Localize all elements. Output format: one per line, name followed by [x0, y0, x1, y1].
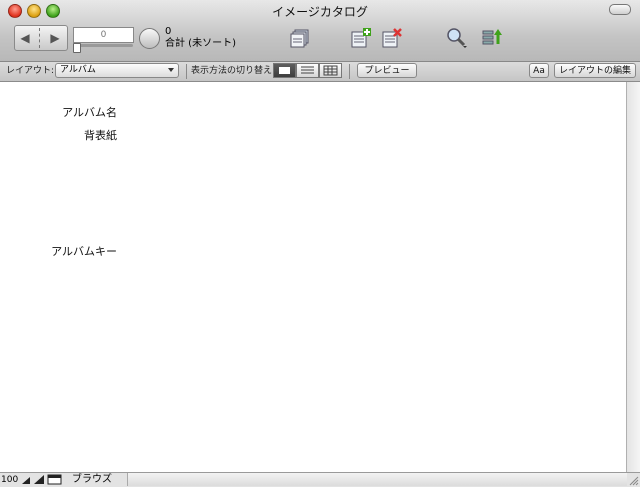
- bottom-status-bar: 100 ブラウズ: [0, 472, 640, 487]
- toggle-status-area-icon[interactable]: [47, 474, 62, 485]
- find-magnifier-icon[interactable]: [446, 27, 468, 49]
- layout-label: レイアウト:: [6, 66, 55, 76]
- edit-layout-button[interactable]: レイアウトの編集: [554, 63, 636, 78]
- view-as-table-button[interactable]: [319, 63, 342, 78]
- vertical-scrollbar[interactable]: [626, 82, 640, 472]
- found-count: 0: [165, 26, 172, 37]
- book-spine-icon: [39, 28, 42, 48]
- layout-select-value: アルバム: [60, 65, 96, 75]
- next-record-icon[interactable]: ▶: [48, 31, 62, 45]
- record-slider[interactable]: [73, 43, 133, 53]
- horizontal-scrollbar[interactable]: [127, 473, 627, 486]
- zoom-out-icon[interactable]: [21, 474, 31, 485]
- sort-records-icon[interactable]: [481, 27, 503, 49]
- list-view-icon: [301, 66, 314, 74]
- record-counts: 0 合計 (未ソート): [165, 26, 236, 50]
- delete-record-icon[interactable]: [381, 27, 403, 49]
- view-as-label: 表示方法の切り替え:: [191, 66, 276, 76]
- divider: [349, 64, 350, 79]
- view-as-list-button[interactable]: [296, 63, 319, 78]
- field-label-album-name: アルバム名: [62, 106, 117, 119]
- text-format-button[interactable]: Aa: [529, 63, 549, 78]
- toolbar-toggle-button[interactable]: [609, 4, 631, 15]
- record-slider-knob[interactable]: [73, 43, 81, 53]
- previous-record-icon[interactable]: ◀: [18, 31, 32, 45]
- window-title: イメージカタログ: [272, 5, 368, 19]
- view-as-form-button[interactable]: [273, 63, 296, 78]
- new-record-icon[interactable]: [350, 27, 372, 49]
- window-titlebar: イメージカタログ ◀ ▶ 0 0 合計 (未ソート): [0, 0, 640, 62]
- form-view-icon: [279, 67, 290, 74]
- zoom-in-icon[interactable]: [33, 474, 45, 485]
- table-view-icon: [323, 65, 338, 76]
- total-label: 合計 (未ソート): [165, 38, 236, 49]
- layout-bar: レイアウト: アルバム 表示方法の切り替え: プレビュー Aa レイアウトの編集: [0, 62, 640, 82]
- field-label-spine: 背表紙: [84, 129, 117, 142]
- chevron-down-icon: [168, 68, 174, 72]
- record-book-control[interactable]: ◀ ▶: [14, 25, 68, 51]
- resize-grip-icon[interactable]: [627, 474, 639, 486]
- field-label-album-key: アルバムキー: [51, 245, 117, 258]
- zoom-level[interactable]: 100: [1, 474, 18, 486]
- record-number-field[interactable]: 0: [73, 27, 134, 43]
- preview-button[interactable]: プレビュー: [357, 63, 417, 78]
- mode-indicator[interactable]: ブラウズ: [72, 473, 112, 486]
- layout-content: アルバム名 背表紙 アルバムキー: [0, 82, 626, 472]
- divider: [186, 64, 187, 79]
- show-all-records-icon[interactable]: [289, 27, 311, 49]
- found-set-pie-icon: [139, 28, 160, 49]
- layout-select[interactable]: アルバム: [55, 63, 179, 78]
